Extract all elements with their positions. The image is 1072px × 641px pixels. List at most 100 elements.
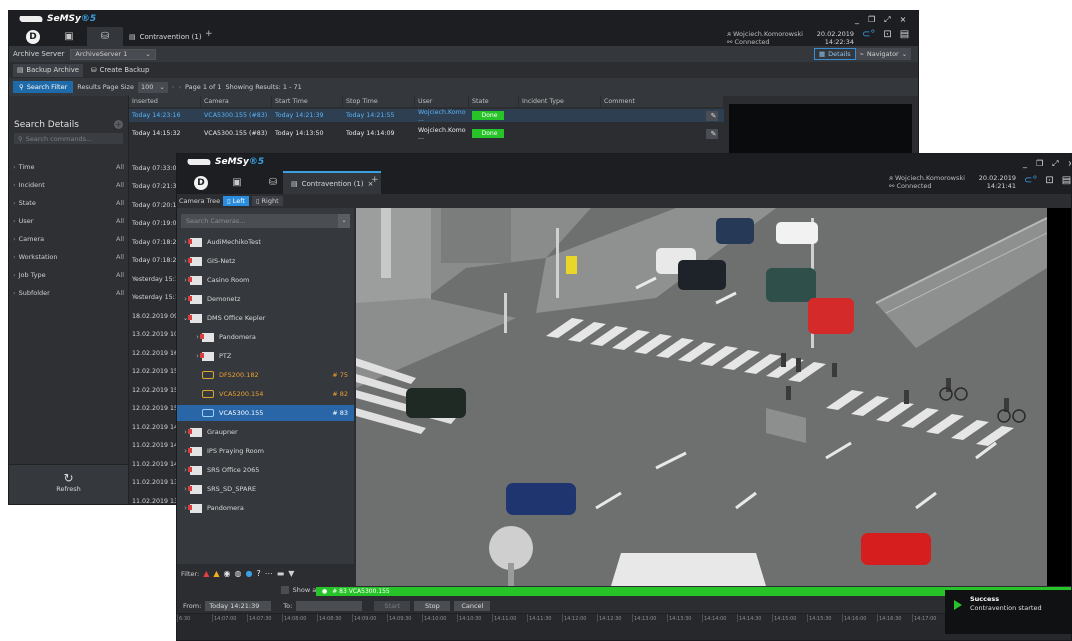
show-all-statuses-checkbox[interactable] — [280, 586, 289, 594]
app-tab-home[interactable]: D — [183, 171, 219, 194]
filter-row[interactable]: › Incident All — [9, 176, 128, 193]
stop-button[interactable]: Stop — [414, 600, 451, 611]
prev-page-icon[interactable]: ‹ — [172, 83, 175, 91]
filter-row[interactable]: › Job Type All — [9, 266, 128, 283]
filter-row[interactable]: › Workstation All — [9, 248, 128, 265]
tree-folder[interactable]: ⌄ DMS Office Kepler — [177, 310, 354, 326]
filter-row[interactable]: › User All — [9, 212, 128, 229]
add-tab-button[interactable]: + — [205, 29, 213, 39]
column-state[interactable]: State — [469, 96, 519, 107]
page-info: Page 1 of 1 — [185, 83, 222, 91]
help-filter-icon[interactable]: ? — [256, 569, 260, 578]
messages-icon[interactable]: ▤ — [1062, 175, 1071, 186]
filter-row[interactable]: › Camera All — [9, 230, 128, 247]
app-tab-archive[interactable]: ⛁ — [87, 27, 123, 46]
next-page-icon[interactable]: › — [178, 83, 181, 91]
column-camera[interactable]: Camera — [201, 96, 272, 107]
tab-contravention[interactable]: ▤ Contravention (1) — [121, 27, 210, 46]
tree-left-toggle[interactable]: ▯ Left — [223, 196, 249, 206]
column-comment[interactable]: Comment — [601, 96, 724, 107]
more-icon[interactable]: ⋯ — [265, 569, 273, 578]
tree-folder[interactable]: › Demonetz — [177, 291, 354, 307]
column-user[interactable]: User — [415, 96, 469, 107]
search-filter-button[interactable]: ⚲ Search Filter — [13, 81, 74, 93]
timeline[interactable]: 6:30 14:07:00 14:07:30 14:08:00 14:08:30 14:0… — [177, 613, 1071, 640]
filter-row[interactable]: › Time All — [9, 158, 128, 175]
app-tab-video[interactable]: ▣ — [219, 171, 255, 194]
messages-icon[interactable]: ▤ — [900, 29, 909, 40]
close-icon[interactable]: × — [900, 15, 907, 25]
start-button[interactable]: Start — [374, 600, 411, 611]
tree-folder[interactable]: › Graupner — [177, 424, 354, 440]
add-filter-icon[interactable]: + — [114, 120, 123, 129]
online-filter-icon[interactable]: ● — [245, 569, 252, 578]
folder-filter-icon[interactable]: ▬ — [277, 569, 285, 578]
restore-icon[interactable]: ❐ — [1036, 159, 1043, 169]
camera-video-view[interactable] — [356, 208, 1047, 586]
more-icon[interactable]: ⋮ — [917, 29, 918, 40]
tab-create-backup[interactable]: ⛁ Create Backup — [87, 64, 153, 77]
timeline-tick — [527, 614, 528, 622]
tree-folder[interactable]: › Pandomera — [177, 329, 354, 345]
from-time-input[interactable]: Today 14:21:39 — [205, 600, 272, 611]
folder-icon — [188, 275, 202, 285]
filter-row[interactable]: › State All — [9, 194, 128, 211]
timeline-tick — [247, 614, 248, 622]
refresh-button[interactable]: ↻ Refresh — [9, 464, 128, 504]
camera-filter-icon[interactable]: ◉ — [224, 569, 231, 578]
funnel-icon[interactable]: ▼ — [288, 569, 294, 578]
column-start-time[interactable]: Start Time — [272, 96, 343, 107]
tree-folder[interactable]: › Casino Room — [177, 272, 354, 288]
cancel-button[interactable]: Cancel — [454, 600, 491, 611]
chat-icon[interactable]: ⊡ — [1045, 175, 1053, 186]
tree-folder[interactable]: › SRS Office 2065 — [177, 462, 354, 478]
tree-camera[interactable]: VCA5200.154 # 82 — [177, 386, 354, 402]
timeline-tick — [842, 614, 843, 622]
tree-folder[interactable]: › PTZ — [177, 348, 354, 364]
status-badge: Done — [472, 129, 504, 138]
tab-backup-archive[interactable]: ▤ Backup Archive — [13, 63, 83, 77]
alert-red-icon[interactable]: ▲ — [203, 569, 209, 578]
chat-icon[interactable]: ⊡ — [883, 29, 891, 40]
notification-icon[interactable]: ⊂° — [1024, 175, 1037, 186]
details-button[interactable]: ▦ Details — [814, 48, 856, 60]
to-time-input[interactable] — [296, 600, 363, 611]
title-bar: SeMSy®5 D ▣ ⛁ ▤ Contravention (1) × + ᴙ … — [177, 154, 1071, 194]
edit-icon[interactable]: ✎ — [706, 110, 718, 121]
tree-camera[interactable]: DFS200.182 # 75 — [177, 367, 354, 383]
tree-folder[interactable]: › SRS_SD_SPARE — [177, 481, 354, 497]
minimize-icon[interactable]: _ — [855, 15, 859, 25]
fullscreen-icon[interactable]: ⤢ — [1052, 159, 1058, 169]
filter-row[interactable]: › Subfolder All — [9, 284, 128, 301]
archive-server-select[interactable]: ArchiveServer 1 ⌄ — [70, 48, 156, 60]
notification-icon[interactable]: ⊂° — [862, 29, 875, 40]
column-incident-type[interactable]: Incident Type — [519, 96, 601, 107]
warning-icon[interactable]: ▲ — [213, 569, 219, 578]
tree-folder[interactable]: › GIS-Netz — [177, 253, 354, 269]
column-inserted[interactable]: Inserted — [129, 96, 201, 107]
recording-filter-icon[interactable]: ◍ — [234, 569, 241, 578]
table-row[interactable]: Today 14:23:16 VCA5300.155 (#83) Today 1… — [129, 109, 724, 123]
add-tab-button[interactable]: + — [371, 175, 379, 185]
app-tab-home[interactable]: D — [15, 27, 51, 46]
table-row[interactable]: Today 14:15:32 VCA5300.155 (#83) Today 1… — [129, 127, 724, 141]
tree-folder[interactable]: › IPS Praying Room — [177, 443, 354, 459]
edit-icon[interactable]: ✎ — [706, 128, 718, 139]
camera-search-input[interactable]: Search Cameras... ⌄ — [181, 214, 350, 228]
fullscreen-icon[interactable]: ⤢ — [884, 15, 890, 25]
navigator-button[interactable]: ⌁ Navigator ⌄ — [856, 48, 912, 60]
column-stop-time[interactable]: Stop Time — [343, 96, 415, 107]
minimize-icon[interactable]: _ — [1023, 159, 1027, 169]
restore-icon[interactable]: ❐ — [868, 15, 875, 25]
close-icon[interactable]: × — [1068, 159, 1071, 169]
tree-folder[interactable]: › Pandomera — [177, 500, 354, 516]
page-size-select[interactable]: 100 ⌄ — [137, 81, 168, 93]
tree-camera[interactable]: VCA5300.155 # 83 — [177, 405, 354, 421]
tree-right-toggle[interactable]: ▯ Right — [251, 196, 283, 206]
tab-contravention[interactable]: ▤ Contravention (1) × — [283, 171, 382, 194]
command-search-input[interactable]: ⚲ Search commands... — [14, 133, 123, 144]
tree-folder[interactable]: › AudiMechikoTest — [177, 234, 354, 250]
app-tab-video[interactable]: ▣ — [51, 27, 87, 46]
search-icon: ⚲ — [19, 83, 24, 91]
chevron-down-icon[interactable]: ⌄ — [338, 214, 350, 228]
